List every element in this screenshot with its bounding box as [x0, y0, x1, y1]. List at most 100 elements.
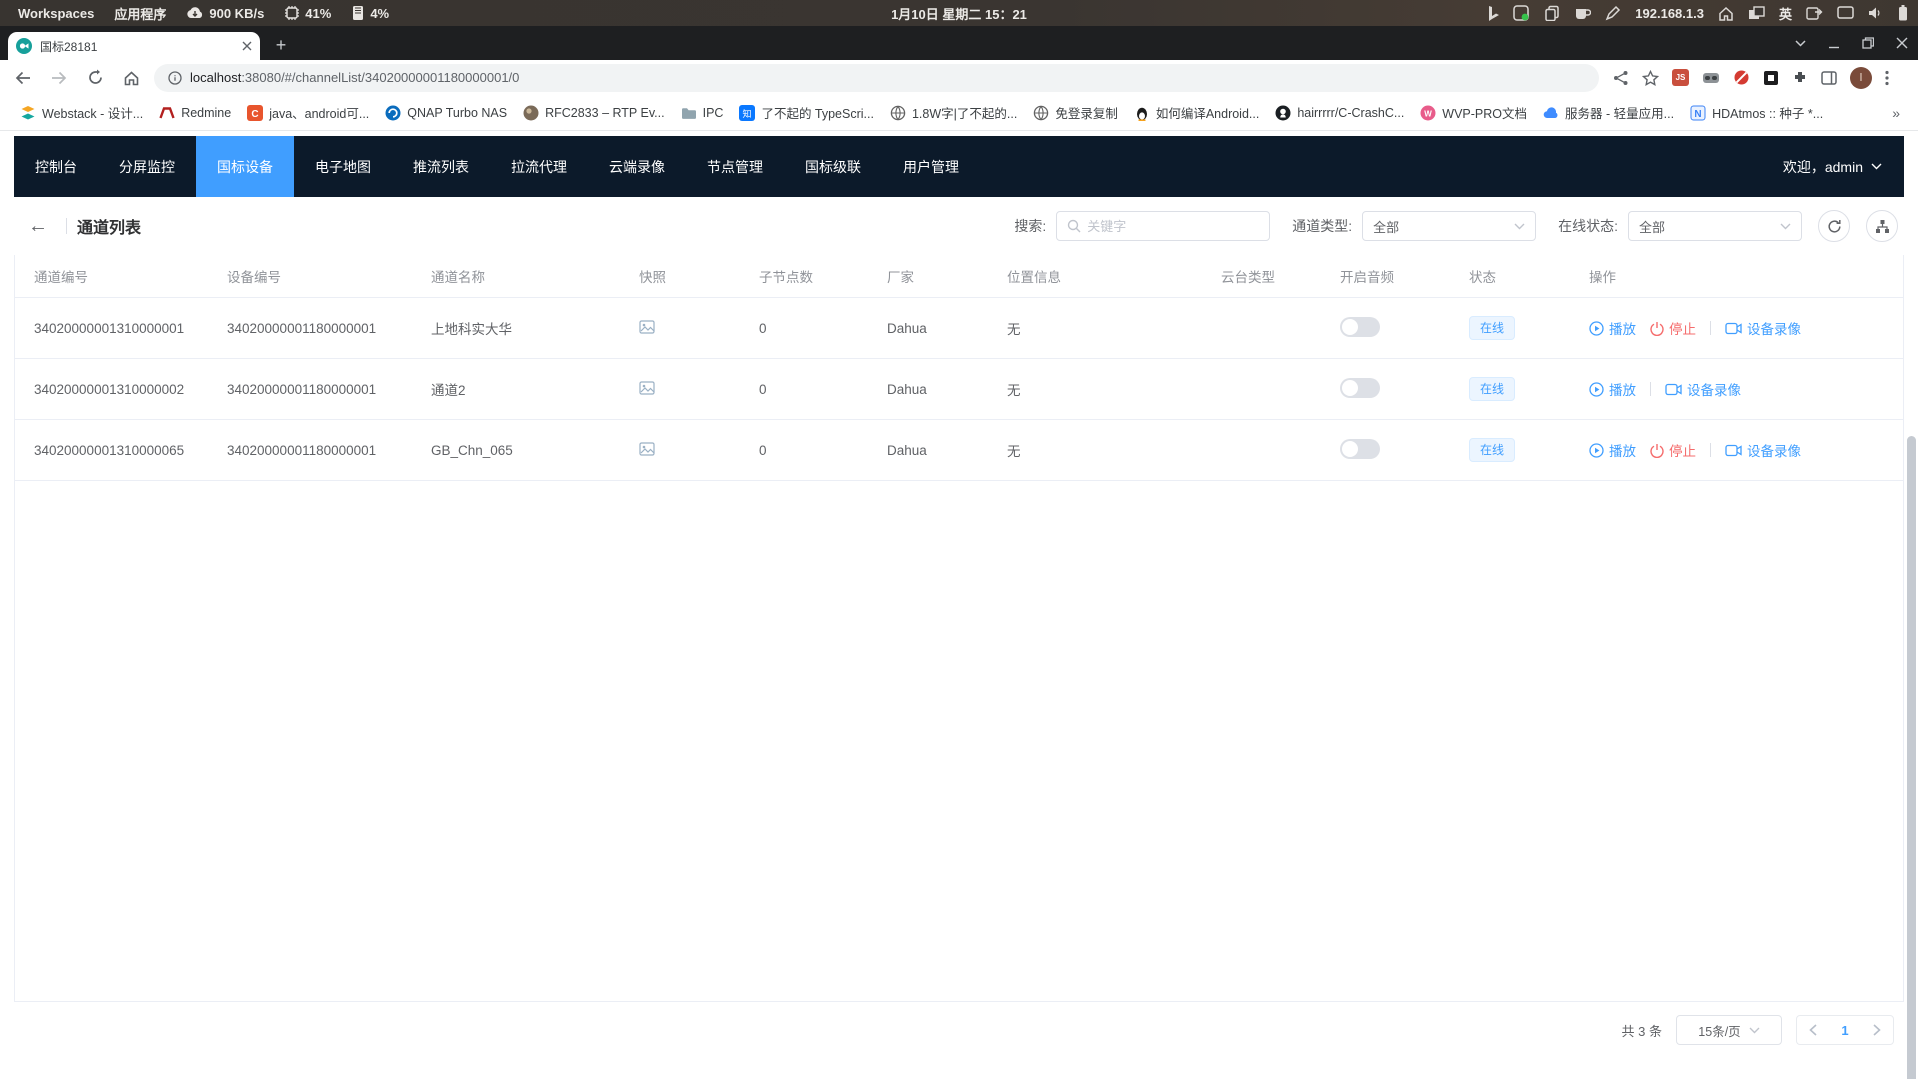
- bookmark-item[interactable]: hairrrrr/C-CrashC...: [1267, 101, 1412, 125]
- browser-home-button[interactable]: [118, 65, 144, 91]
- stop-button[interactable]: 停止: [1650, 440, 1696, 460]
- battery-icon: [1898, 5, 1908, 21]
- bookmark-item[interactable]: QNAP Turbo NAS: [377, 101, 515, 125]
- extension-goggles-icon[interactable]: [1702, 72, 1720, 84]
- bookmark-item[interactable]: N HDAtmos :: 种子 *...: [1682, 99, 1831, 126]
- back-to-device-button[interactable]: ←: [20, 215, 56, 238]
- cell-manufacturer: Dahua: [887, 382, 1007, 397]
- device-record-button[interactable]: 设备录像: [1725, 318, 1801, 338]
- play-button[interactable]: 播放: [1589, 440, 1636, 460]
- bookmark-item[interactable]: RFC2833 – RTP Ev...: [515, 101, 673, 125]
- cell-children-count: 0: [759, 321, 887, 336]
- nav-item-pull-proxy[interactable]: 拉流代理: [490, 136, 588, 197]
- penguin-favicon-icon: [1134, 105, 1150, 121]
- page-size-select[interactable]: 15条/页: [1676, 1015, 1782, 1045]
- play-button[interactable]: 播放: [1589, 379, 1636, 399]
- nav-item-gb-device[interactable]: 国标设备: [196, 136, 294, 197]
- nav-item-user-manage[interactable]: 用户管理: [882, 136, 980, 197]
- bing-tray-icon[interactable]: [1487, 5, 1499, 21]
- caffeine-tray-icon[interactable]: [1574, 6, 1591, 21]
- github-favicon-icon: [1275, 105, 1291, 121]
- nav-item-node-manage[interactable]: 节点管理: [686, 136, 784, 197]
- bookmark-item[interactable]: 1.8W字|了不起的...: [882, 99, 1025, 126]
- new-tab-button[interactable]: +: [268, 32, 294, 58]
- color-picker-tray-icon[interactable]: [1605, 5, 1621, 21]
- stop-button[interactable]: 停止: [1650, 318, 1696, 338]
- extension-js-icon[interactable]: JS: [1672, 69, 1689, 86]
- nav-item-e-map[interactable]: 电子地图: [294, 136, 392, 197]
- next-page-button[interactable]: [1861, 1016, 1893, 1044]
- ip-address[interactable]: 192.168.1.3: [1635, 6, 1704, 21]
- home-tray-icon[interactable]: [1718, 6, 1734, 21]
- browser-menu-icon[interactable]: [1885, 70, 1889, 86]
- nav-item-gb-cascade[interactable]: 国标级联: [784, 136, 882, 197]
- audio-toggle[interactable]: [1340, 317, 1380, 337]
- profile-avatar[interactable]: l: [1850, 67, 1872, 89]
- memory-indicator: 4%: [343, 0, 397, 26]
- bookmark-item[interactable]: IPC: [673, 101, 732, 125]
- snapshot-thumbnail-icon[interactable]: [639, 320, 655, 334]
- nav-item-cloud-record[interactable]: 云端录像: [588, 136, 686, 197]
- tab-close-icon[interactable]: [242, 41, 252, 51]
- action-divider: [1710, 443, 1711, 457]
- window-minimize-icon[interactable]: [1828, 37, 1840, 49]
- cpu-icon: [284, 5, 300, 21]
- prev-page-button[interactable]: [1797, 1016, 1829, 1044]
- forward-button[interactable]: [46, 65, 72, 91]
- extension-adblock-icon[interactable]: [1733, 69, 1750, 86]
- workspaces-button[interactable]: Workspaces: [10, 0, 102, 26]
- snapshot-thumbnail-icon[interactable]: [639, 442, 655, 456]
- nav-item-console[interactable]: 控制台: [14, 136, 98, 197]
- device-record-button[interactable]: 设备录像: [1665, 379, 1741, 399]
- app-indicator-icon[interactable]: [1513, 5, 1530, 22]
- nav-item-push-list[interactable]: 推流列表: [392, 136, 490, 197]
- audio-toggle[interactable]: [1340, 439, 1380, 459]
- device-record-button[interactable]: 设备录像: [1725, 440, 1801, 460]
- bookmark-item[interactable]: 知 了不起的 TypeScri...: [731, 99, 882, 126]
- bookmark-item[interactable]: Webstack - 设计...: [12, 99, 151, 126]
- side-panel-icon[interactable]: [1821, 71, 1837, 85]
- display-icon[interactable]: [1837, 6, 1854, 20]
- tree-view-button[interactable]: [1866, 210, 1898, 242]
- extensions-icon[interactable]: [1792, 70, 1808, 86]
- bookmark-item[interactable]: 免登录复制: [1025, 99, 1126, 126]
- channel-type-select[interactable]: 全部: [1362, 211, 1536, 241]
- audio-toggle[interactable]: [1340, 378, 1380, 398]
- workspace-indicator-icon[interactable]: [1748, 6, 1765, 21]
- column-header: 通道编号: [15, 266, 227, 286]
- bookmark-star-icon[interactable]: [1642, 70, 1659, 86]
- bookmarks-overflow-chevron[interactable]: »: [1886, 105, 1906, 121]
- bookmark-item[interactable]: C java、android可...: [239, 99, 377, 126]
- share-icon[interactable]: [1613, 70, 1629, 86]
- bookmark-label: 了不起的 TypeScri...: [761, 103, 874, 122]
- user-menu[interactable]: 欢迎，admin: [1783, 136, 1904, 197]
- scrollbar-thumb[interactable]: [1907, 436, 1916, 1079]
- browser-tab[interactable]: 国标28181: [8, 32, 260, 60]
- extension-screenshot-icon[interactable]: [1763, 70, 1779, 86]
- play-button[interactable]: 播放: [1589, 318, 1636, 338]
- online-status-select[interactable]: 全部: [1628, 211, 1802, 241]
- tab-search-chevron-icon[interactable]: [1795, 40, 1806, 47]
- window-restore-icon[interactable]: [1862, 37, 1874, 49]
- window-switch-icon[interactable]: [1806, 6, 1823, 21]
- qnap-favicon-icon: [385, 105, 401, 121]
- bookmark-item[interactable]: 如何编译Android...: [1126, 99, 1268, 126]
- applications-menu[interactable]: 应用程序: [106, 0, 174, 26]
- snapshot-thumbnail-icon[interactable]: [639, 381, 655, 395]
- bookmark-item[interactable]: W WVP-PRO文档: [1412, 99, 1535, 126]
- back-button[interactable]: [10, 65, 36, 91]
- clipboard-tray-icon[interactable]: [1544, 5, 1560, 21]
- input-method-indicator[interactable]: 英: [1779, 4, 1792, 23]
- search-input[interactable]: [1087, 219, 1263, 234]
- volume-icon[interactable]: [1868, 6, 1884, 20]
- reload-button[interactable]: [82, 65, 108, 91]
- nav-item-split-screen[interactable]: 分屏监控: [98, 136, 196, 197]
- window-close-icon[interactable]: [1896, 37, 1908, 49]
- site-info-icon[interactable]: [168, 71, 182, 85]
- refresh-button[interactable]: [1818, 210, 1850, 242]
- chevron-down-icon: [1780, 223, 1791, 230]
- address-bar[interactable]: localhost:38080/#/channelList/3402000000…: [154, 64, 1599, 92]
- bookmark-item[interactable]: 服务器 - 轻量应用...: [1535, 99, 1682, 126]
- bookmark-item[interactable]: Redmine: [151, 101, 239, 125]
- cell-status: 在线: [1469, 438, 1589, 462]
